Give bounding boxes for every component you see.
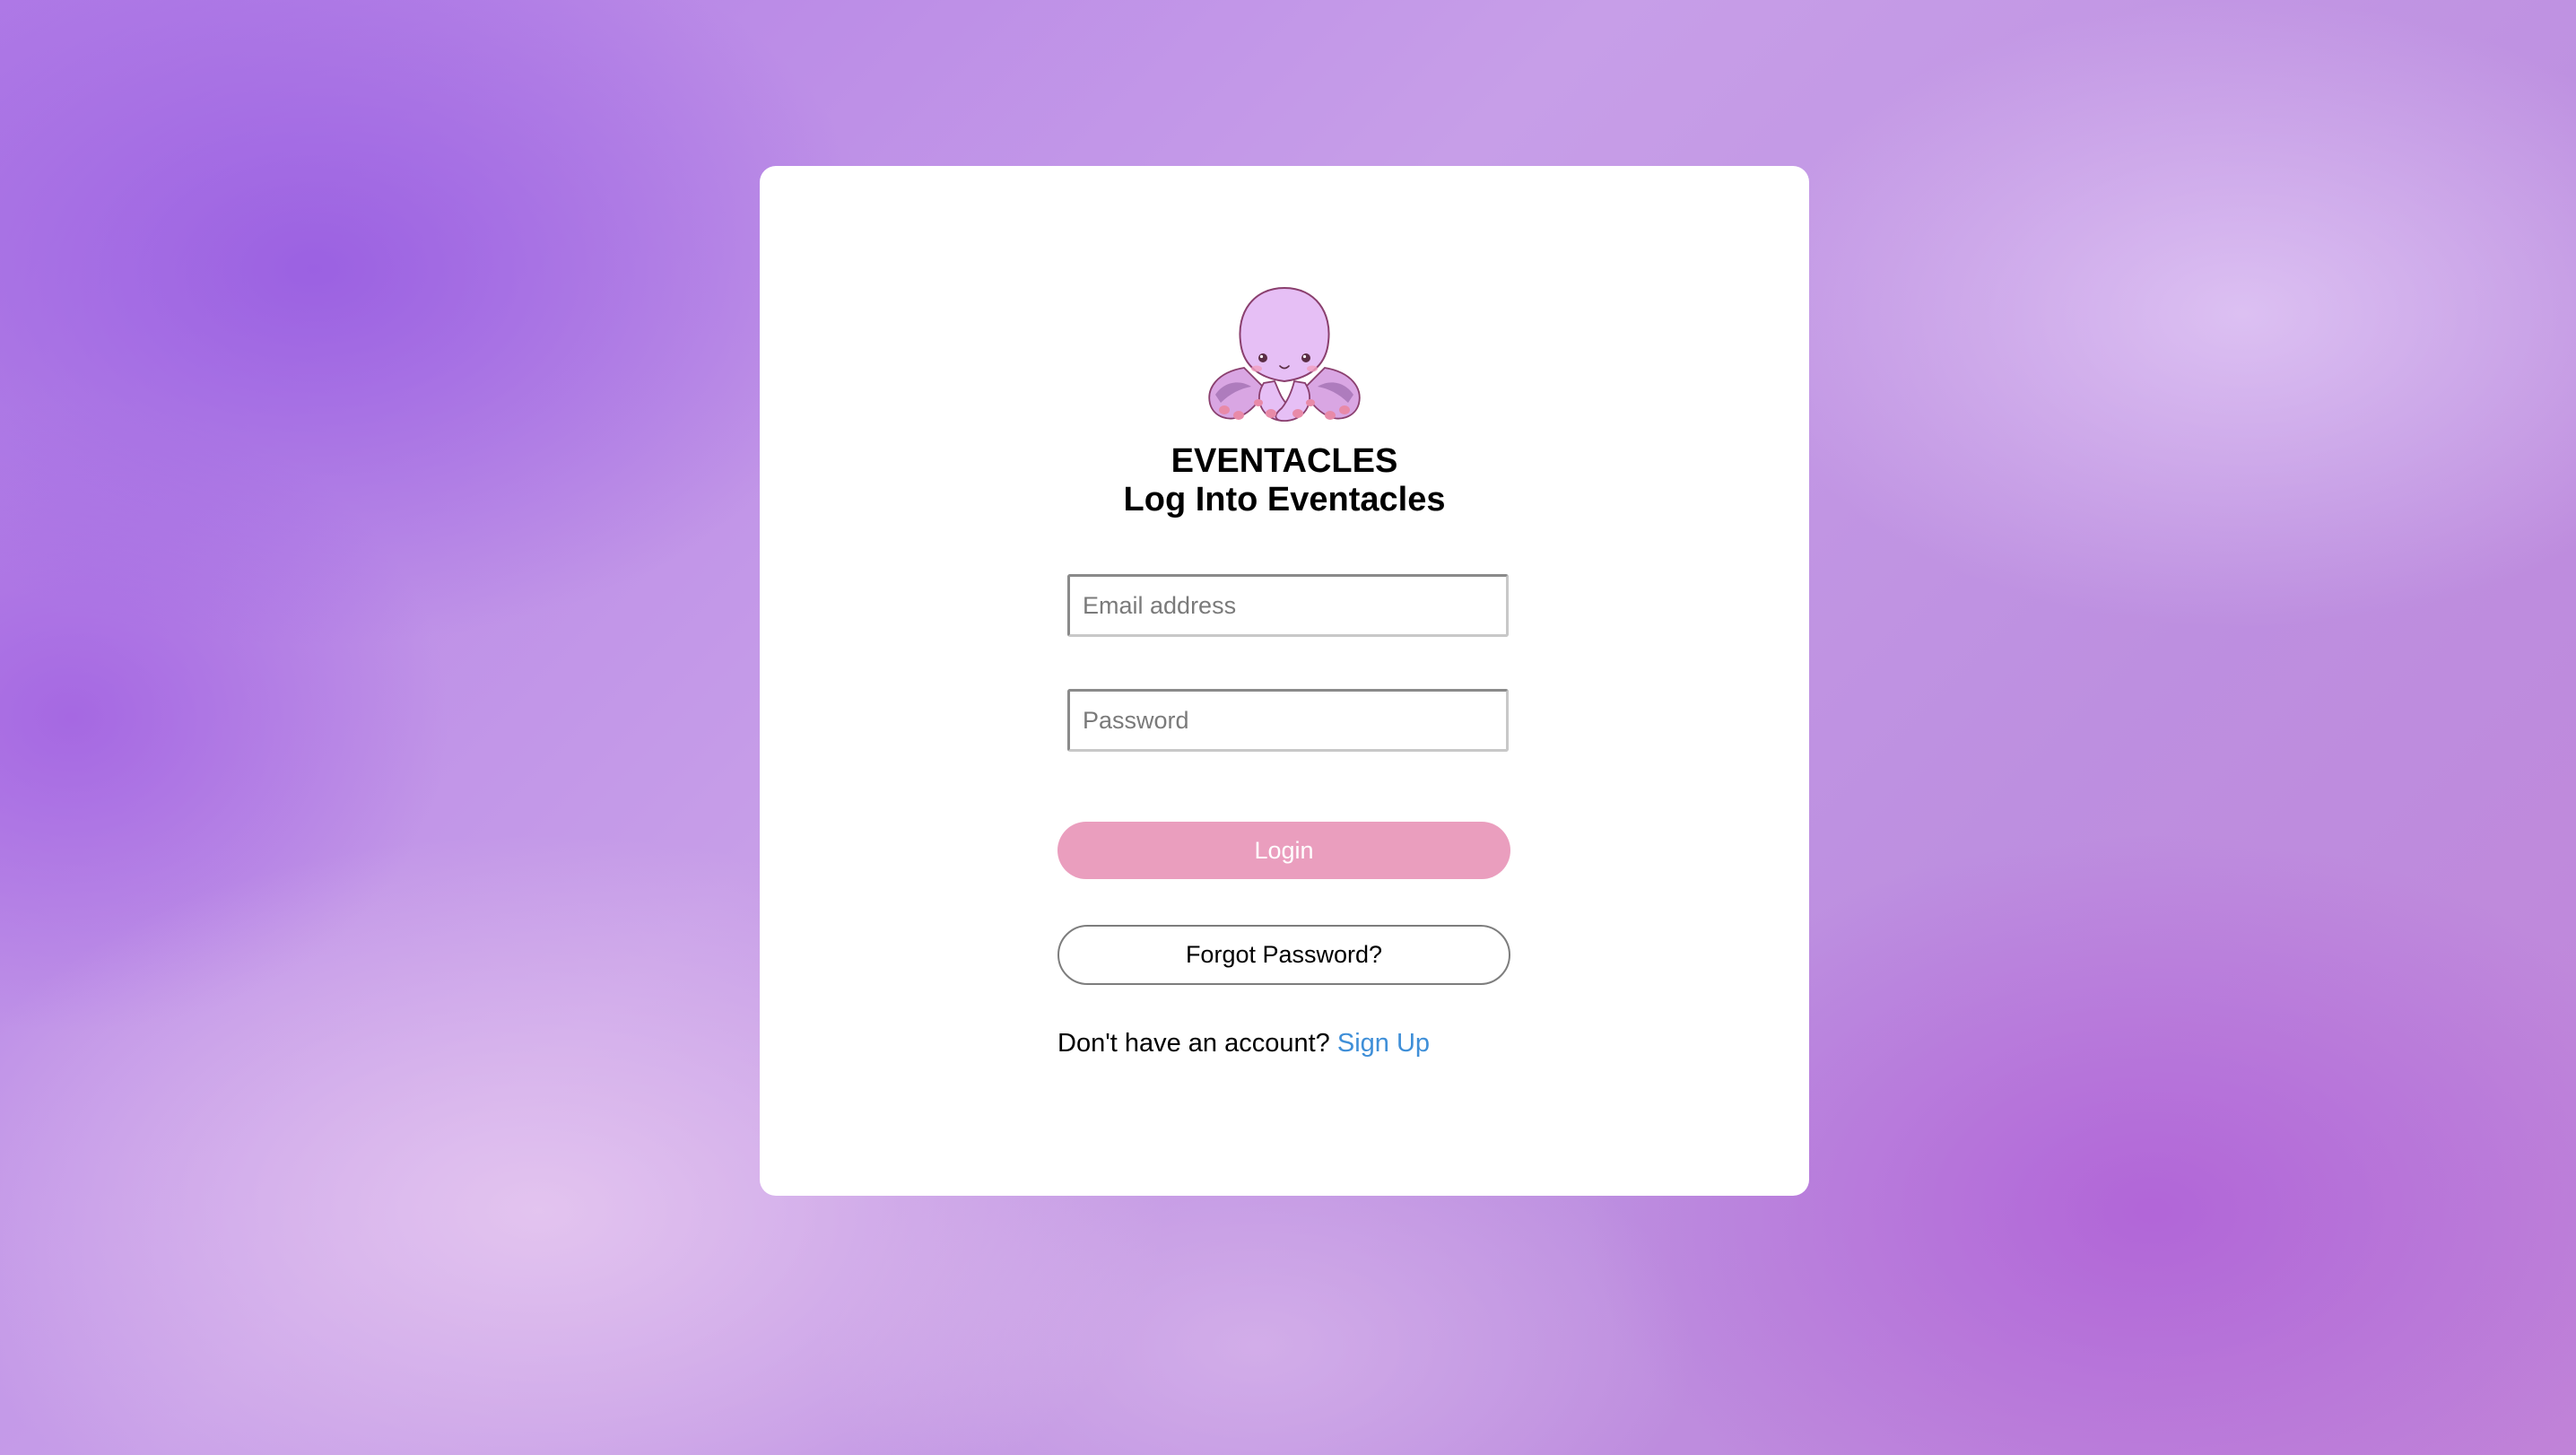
signup-row: Don't have an account? Sign Up <box>1057 1029 1430 1059</box>
octopus-mascot-icon <box>1208 286 1361 422</box>
login-card: EVENTACLES Log Into Eventacles Login For… <box>760 166 1809 1196</box>
brand-name: EVENTACLES <box>1171 442 1398 480</box>
email-input[interactable] <box>1067 574 1509 637</box>
login-button[interactable]: Login <box>1057 822 1510 879</box>
forgot-password-button[interactable]: Forgot Password? <box>1057 925 1510 985</box>
signup-link[interactable]: Sign Up <box>1337 1029 1430 1058</box>
page-title: Log Into Eventacles <box>1123 481 1446 518</box>
password-input[interactable] <box>1067 689 1509 752</box>
signup-prompt: Don't have an account? <box>1057 1029 1337 1058</box>
